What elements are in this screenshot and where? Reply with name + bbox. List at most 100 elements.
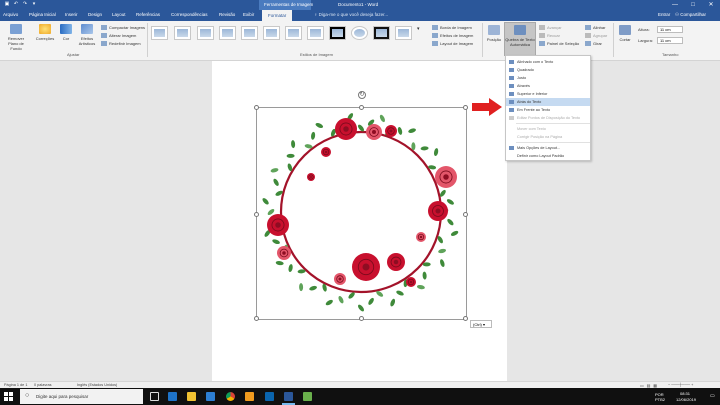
- group-button[interactable]: Agrupar: [585, 33, 607, 39]
- wrap-option-tight[interactable]: Justo: [506, 74, 590, 82]
- paste-options-button[interactable]: (Ctrl) ▾: [470, 320, 492, 328]
- rotate-button[interactable]: Girar: [585, 41, 602, 47]
- color-button[interactable]: Cor: [59, 24, 73, 41]
- reset-picture-button[interactable]: Redefinir Imagem: [101, 41, 141, 47]
- picture-effects-button[interactable]: Efeitos de Imagem: [432, 33, 473, 39]
- wrap-option-set-default[interactable]: Definir como Layout Padrão: [506, 152, 590, 160]
- wrap-option-more-layout[interactable]: Mais Opções de Layout...: [506, 144, 590, 152]
- selection-pane-button[interactable]: Painel de Seleção: [539, 41, 579, 47]
- artistic-effects-button[interactable]: Efeitos Artísticos: [76, 24, 98, 46]
- picture-border-label: Borda de Imagem: [440, 25, 472, 30]
- position-button[interactable]: Posição: [485, 25, 503, 42]
- tab-mailings[interactable]: Correspondências: [171, 12, 208, 17]
- picture-style-11[interactable]: [373, 26, 390, 40]
- input-language-variant[interactable]: PTB2: [655, 397, 665, 402]
- picture-style-10[interactable]: [351, 26, 368, 40]
- store-icon[interactable]: [206, 392, 215, 401]
- minimize-button[interactable]: —: [666, 0, 684, 10]
- remove-background-label: Remover Plano de Fundo: [7, 36, 25, 51]
- gallery-more-icon[interactable]: ▾: [417, 26, 420, 32]
- wrap-option-behind-text[interactable]: Atrás do Texto: [506, 98, 590, 106]
- save-icon[interactable]: ▣: [4, 1, 10, 7]
- word-count[interactable]: 0 palavras: [34, 383, 52, 387]
- remove-background-button[interactable]: Remover Plano de Fundo: [3, 24, 29, 51]
- bring-forward-button[interactable]: Avançar: [539, 25, 562, 31]
- task-view-icon[interactable]: [150, 392, 159, 401]
- resize-handle-e[interactable]: [463, 212, 468, 217]
- wrap-option-square[interactable]: Quadrado: [506, 66, 590, 74]
- wrap-option-label: Em Frente ao Texto: [517, 108, 551, 112]
- send-backward-button[interactable]: Recuar: [539, 33, 560, 39]
- redo-icon[interactable]: ↷: [22, 1, 28, 7]
- picture-border-button[interactable]: Borda de Imagem: [432, 25, 472, 31]
- align-button[interactable]: Alinhar: [585, 25, 605, 31]
- quick-access-more-icon[interactable]: ▾: [31, 1, 37, 7]
- tell-me-search[interactable]: ♀ Diga-me o que você deseja fazer...: [314, 12, 388, 17]
- picture-style-6[interactable]: [263, 26, 280, 40]
- wrap-text-label: Quebra de Texto Automática: [505, 37, 535, 47]
- wrap-option-top-bottom[interactable]: Superior e Inferior: [506, 90, 590, 98]
- resize-handle-nw[interactable]: [254, 105, 259, 110]
- page-count[interactable]: Página 1 de 1: [4, 383, 27, 387]
- wrap-text-icon: [514, 25, 526, 35]
- clock-date[interactable]: 12/06/2019: [676, 397, 696, 402]
- wrap-option-through[interactable]: Através: [506, 82, 590, 90]
- tab-references[interactable]: Referências: [136, 12, 160, 17]
- picture-style-12[interactable]: [395, 26, 412, 40]
- picture-style-8[interactable]: [307, 26, 324, 40]
- wrap-option-in-front[interactable]: Em Frente ao Texto: [506, 106, 590, 114]
- file-explorer-icon[interactable]: [187, 392, 196, 401]
- edge-icon[interactable]: [168, 392, 177, 401]
- picture-style-7[interactable]: [285, 26, 302, 40]
- resize-handle-n[interactable]: [359, 105, 364, 110]
- resize-handle-se[interactable]: [463, 316, 468, 321]
- picture-style-2[interactable]: [174, 26, 191, 40]
- picture-layout-button[interactable]: Layout de Imagem: [432, 41, 474, 47]
- picture-style-4[interactable]: [219, 26, 236, 40]
- notifications-icon[interactable]: ▭: [710, 393, 715, 399]
- crop-button[interactable]: Cortar: [617, 25, 633, 42]
- tab-review[interactable]: Revisão: [219, 12, 235, 17]
- picture-style-3[interactable]: [197, 26, 214, 40]
- width-field[interactable]: 11 cm: [657, 37, 683, 44]
- maximize-button[interactable]: □: [684, 0, 702, 10]
- rotate-handle-icon[interactable]: ↻: [358, 91, 366, 99]
- picture-style-5[interactable]: [241, 26, 258, 40]
- change-picture-button[interactable]: Alterar Imagem: [101, 33, 136, 39]
- close-button[interactable]: ✕: [702, 0, 720, 10]
- undo-icon[interactable]: ↶: [13, 1, 19, 7]
- resize-handle-w[interactable]: [254, 212, 259, 217]
- mail-icon[interactable]: [265, 392, 274, 401]
- tab-home[interactable]: Página Inicial: [29, 12, 56, 17]
- zoom-slider[interactable]: − ───┼─── +: [668, 383, 693, 387]
- picture-style-1[interactable]: [151, 26, 168, 40]
- resize-handle-sw[interactable]: [254, 316, 259, 321]
- resize-handle-s[interactable]: [359, 316, 364, 321]
- clock-time[interactable]: 08:31: [680, 391, 690, 396]
- wrap-text-button[interactable]: Quebra de Texto Automática: [504, 22, 536, 56]
- ribbon-tabs: Arquivo Página Inicial Inserir Design La…: [0, 10, 720, 21]
- windows-start-icon[interactable]: [4, 392, 13, 401]
- compress-pictures-button[interactable]: Compactar Imagens: [101, 25, 145, 31]
- taskbar-search[interactable]: ○ Digite aqui para pesquisar: [20, 389, 143, 404]
- sign-in-link[interactable]: Entrar: [658, 12, 670, 17]
- tab-view[interactable]: Exibir: [243, 12, 254, 17]
- app-icon-2[interactable]: [303, 392, 312, 401]
- tab-insert[interactable]: Inserir: [65, 12, 78, 17]
- picture-style-9[interactable]: [329, 26, 346, 40]
- tab-layout[interactable]: Layout: [112, 12, 126, 17]
- chrome-icon[interactable]: [226, 392, 235, 401]
- wrap-option-label: Superior e Inferior: [517, 92, 548, 96]
- app-icon[interactable]: [245, 392, 254, 401]
- picture-layout-label: Layout de Imagem: [440, 41, 474, 46]
- share-button[interactable]: ⚇ Compartilhar: [675, 12, 706, 18]
- corrections-button[interactable]: Correções: [34, 24, 56, 41]
- height-field[interactable]: 11 cm: [657, 26, 683, 33]
- word-taskbar-icon[interactable]: [284, 392, 293, 401]
- resize-handle-ne[interactable]: [463, 105, 468, 110]
- language-status[interactable]: Inglês (Estados Unidos): [77, 383, 117, 387]
- wrap-option-inline[interactable]: Alinhado com o Texto: [506, 58, 590, 66]
- tab-format[interactable]: Formatar: [262, 10, 293, 21]
- tab-design[interactable]: Design: [88, 12, 102, 17]
- tab-file[interactable]: Arquivo: [3, 12, 18, 17]
